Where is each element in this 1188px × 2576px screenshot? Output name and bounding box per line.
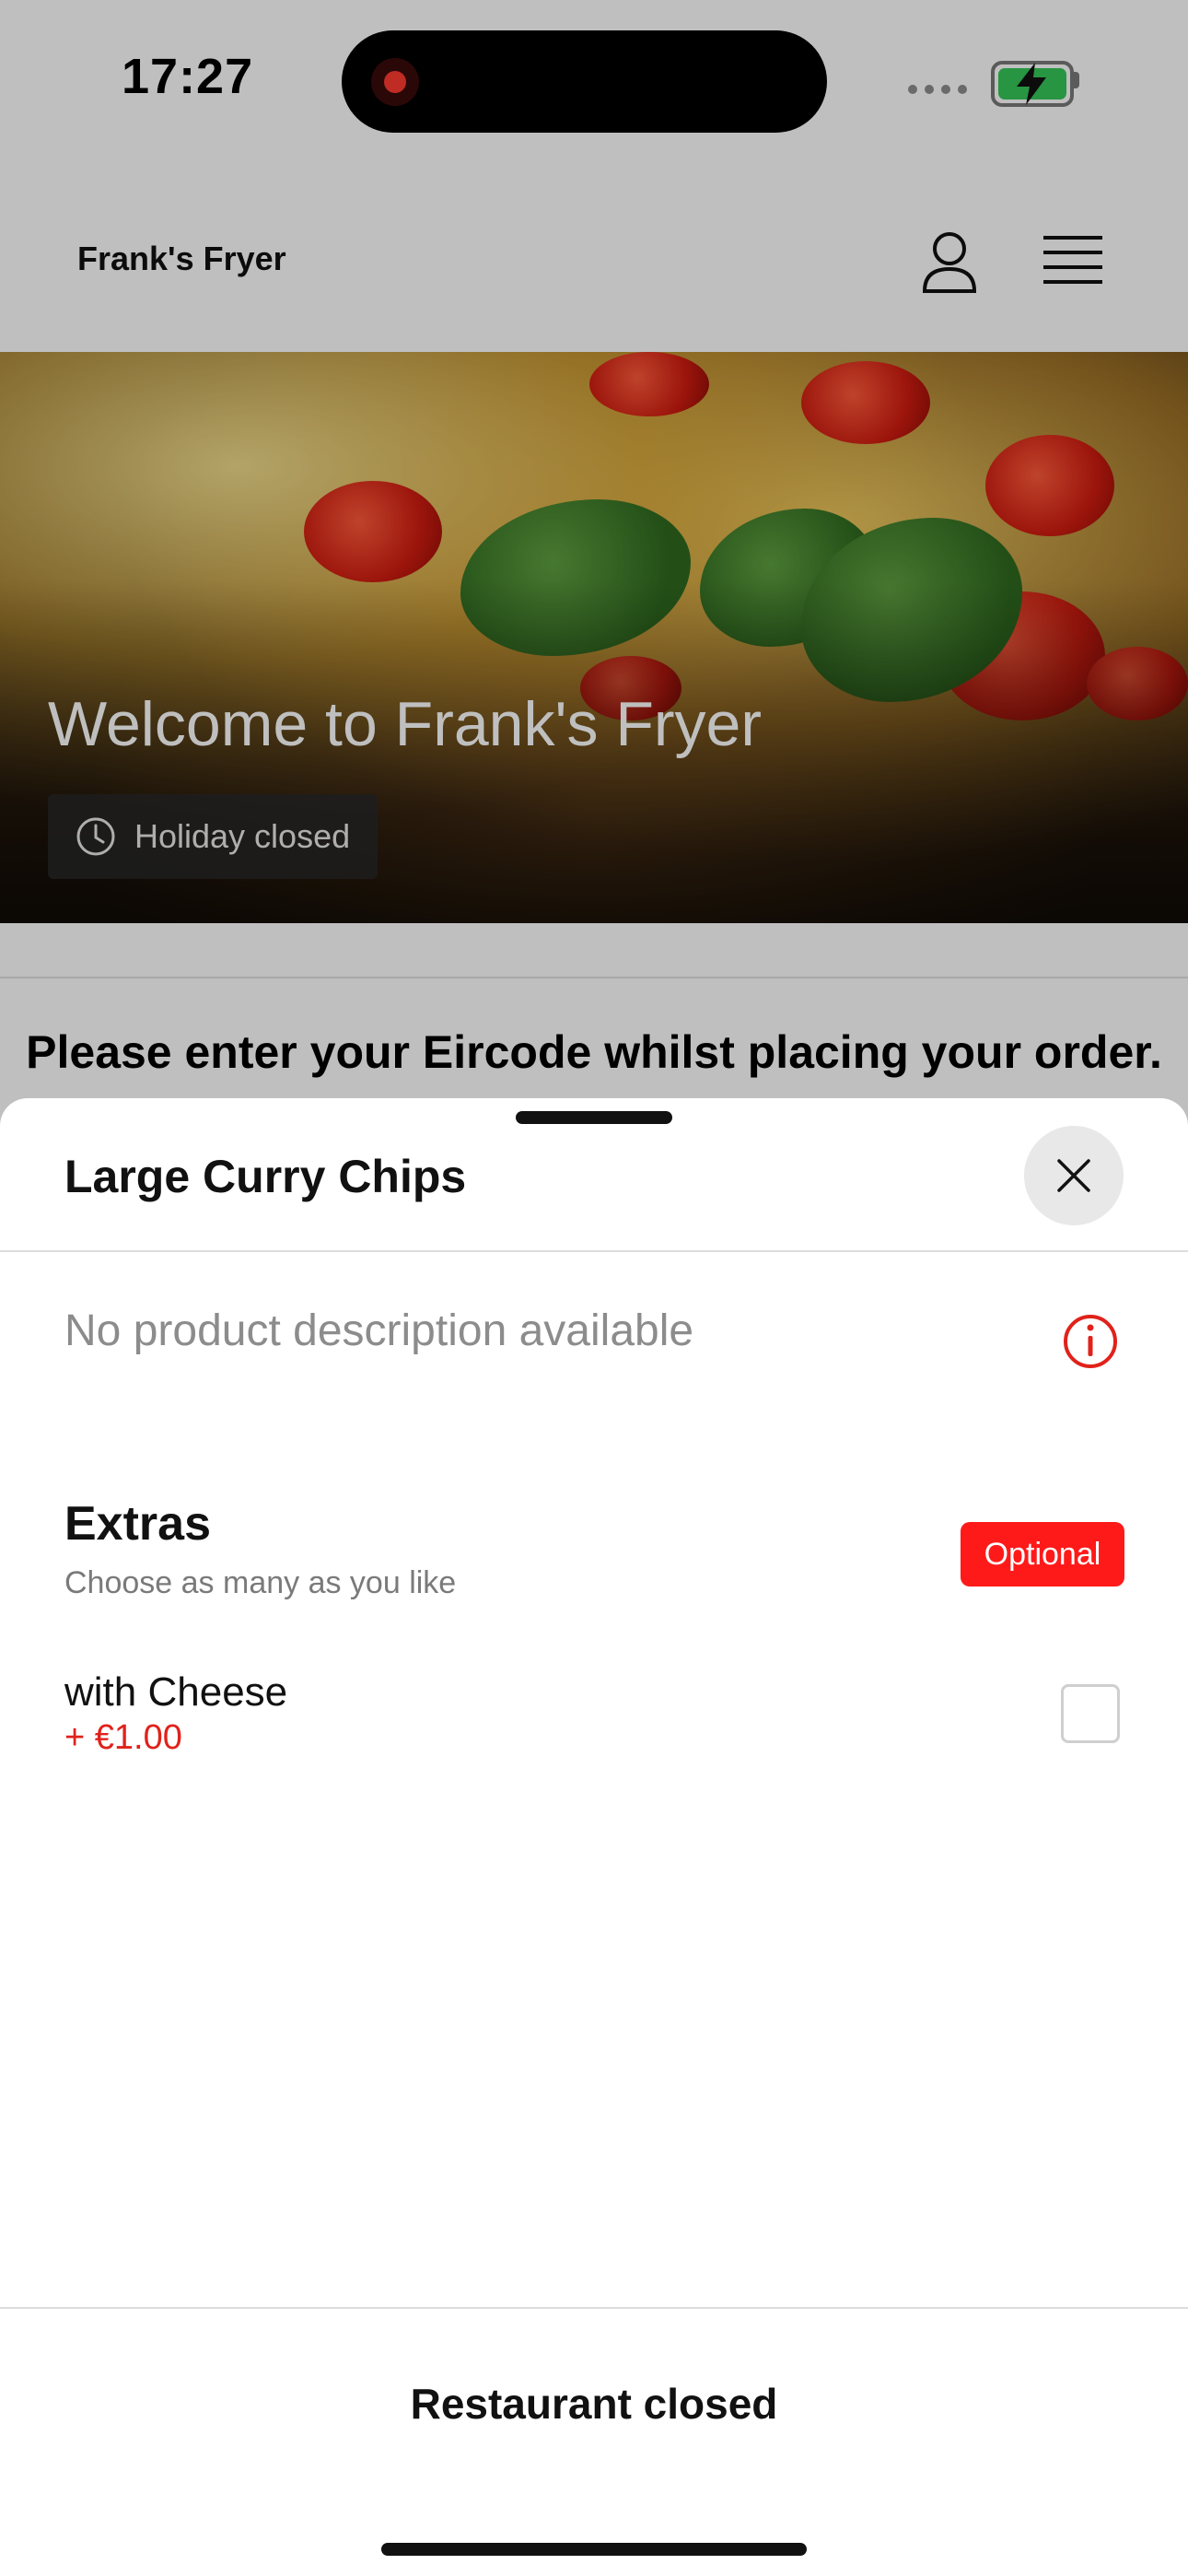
close-button[interactable] xyxy=(1024,1126,1124,1225)
option-name[interactable]: with Cheese xyxy=(64,1669,287,1715)
restaurant-closed-button[interactable]: Restaurant closed xyxy=(0,2379,1188,2429)
option-checkbox[interactable] xyxy=(1061,1684,1120,1743)
footer-divider xyxy=(0,2307,1188,2309)
info-icon[interactable] xyxy=(1061,1312,1120,1371)
sheet-grabber[interactable] xyxy=(516,1111,672,1124)
product-description: No product description available xyxy=(64,1306,694,1355)
option-price: + €1.00 xyxy=(64,1718,182,1757)
close-icon xyxy=(1057,1159,1090,1192)
product-sheet: Large Curry Chips No product description… xyxy=(0,1098,1188,2576)
product-title: Large Curry Chips xyxy=(64,1151,467,1202)
optional-badge: Optional xyxy=(961,1522,1124,1587)
divider xyxy=(0,1250,1188,1252)
home-indicator[interactable] xyxy=(381,2543,807,2556)
extras-title: Extras xyxy=(64,1497,211,1551)
extras-subtitle: Choose as many as you like xyxy=(64,1565,457,1600)
